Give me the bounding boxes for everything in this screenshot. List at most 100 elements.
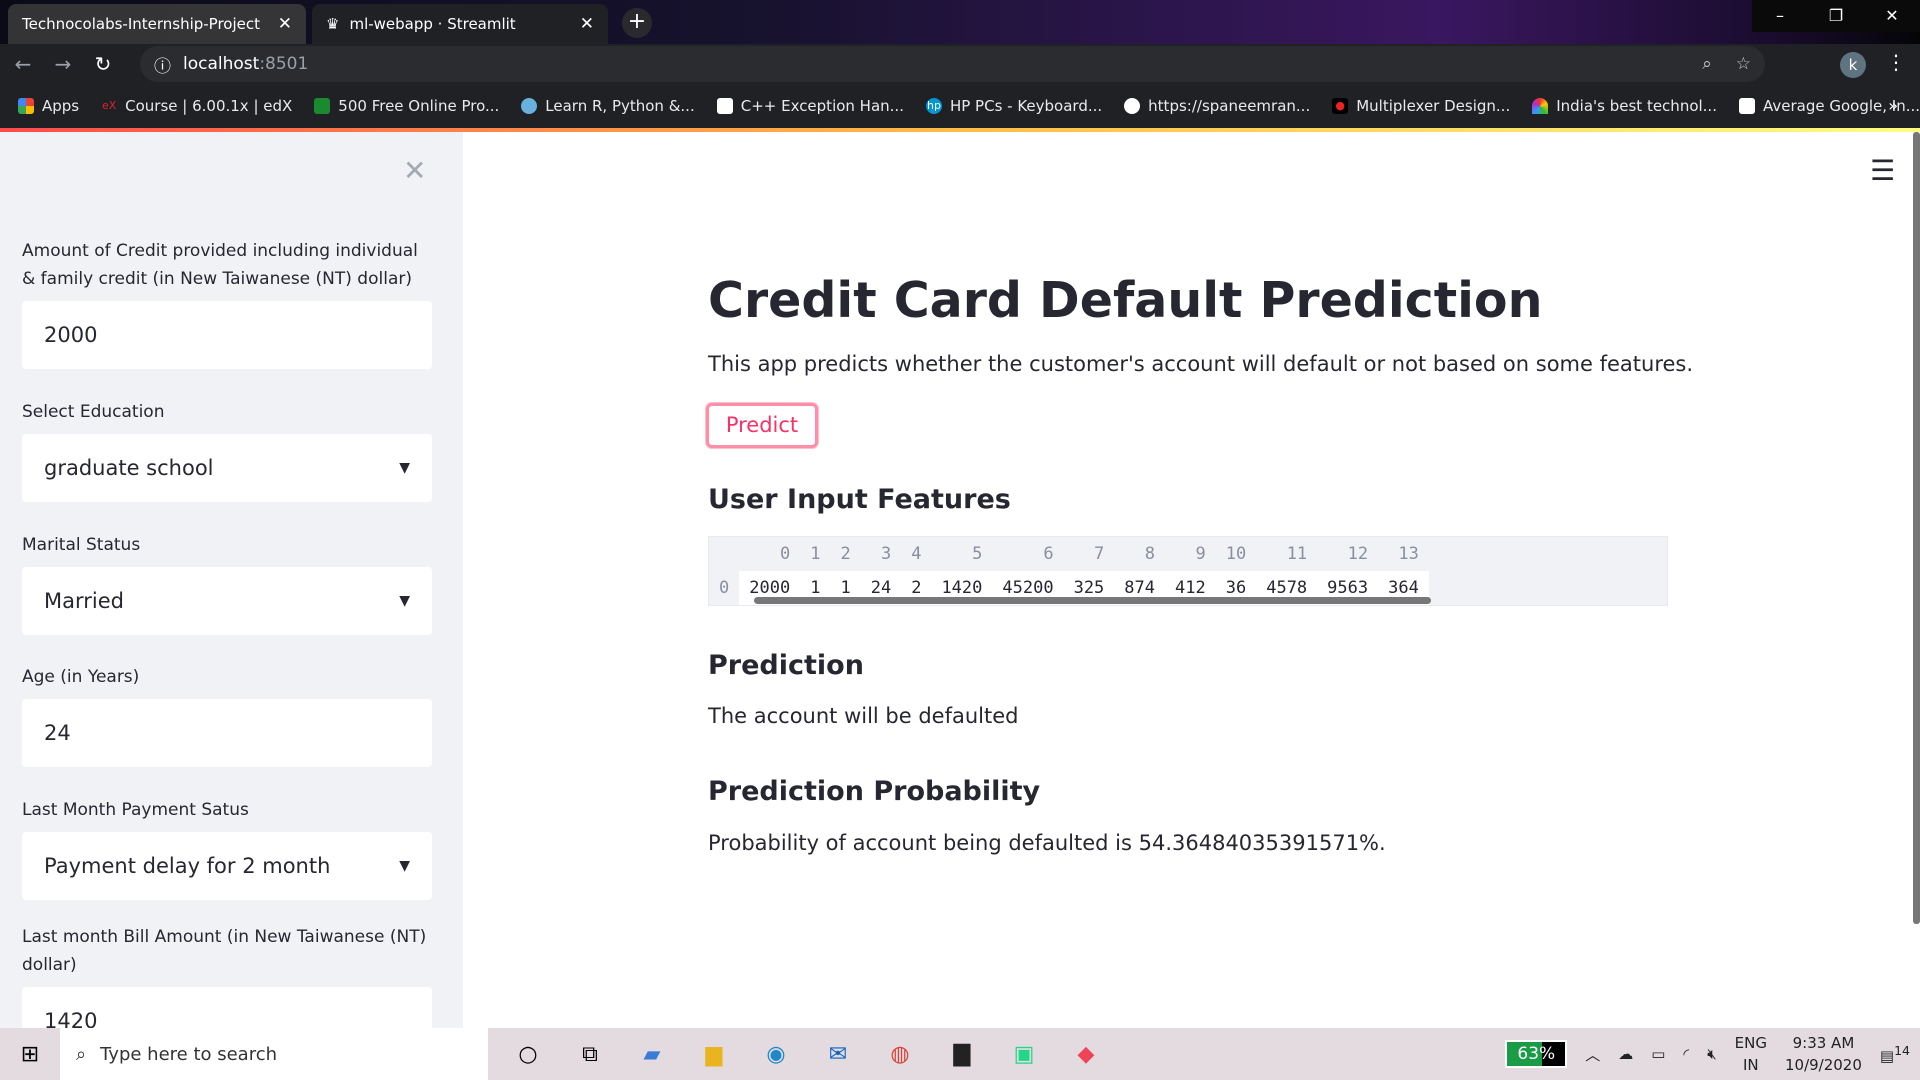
payment-status-select[interactable]: Payment delay for 2 month ▼ xyxy=(22,832,432,900)
laptop-icon[interactable]: ▰ xyxy=(634,1042,670,1067)
battery-icon[interactable]: ▭ xyxy=(1651,1045,1665,1063)
horizontal-scrollbar[interactable] xyxy=(754,597,1431,604)
chrome-icon[interactable]: ◍ xyxy=(882,1042,918,1067)
selected-value: Payment delay for 2 month xyxy=(44,854,331,878)
info-icon: ⓘ xyxy=(154,56,171,77)
prediction-text: The account will be defaulted xyxy=(708,704,1019,728)
bookmark-cpp[interactable]: C++ Exception Han... xyxy=(716,97,904,115)
clock[interactable]: 9:33 AM 10/9/2020 xyxy=(1785,1032,1862,1076)
education-select[interactable]: graduate school ▼ xyxy=(22,434,432,502)
apps-grid-icon xyxy=(18,98,34,114)
column-header[interactable]: 8 xyxy=(1114,537,1165,571)
column-header[interactable]: 0 xyxy=(739,537,800,571)
column-header[interactable]: 9 xyxy=(1165,537,1216,571)
bookmark-label: HP PCs - Keyboard... xyxy=(949,97,1103,115)
sidebar: ✕ Amount of Credit provided including in… xyxy=(0,132,463,1028)
bookmark-label: https://spaneemran... xyxy=(1148,97,1311,115)
prediction-heading: Prediction xyxy=(708,650,864,681)
column-header[interactable]: 12 xyxy=(1317,537,1378,571)
mail-icon[interactable]: ✉ xyxy=(820,1042,856,1067)
globe-icon xyxy=(1124,98,1141,114)
bookmark-india[interactable]: India's best technol... xyxy=(1532,97,1717,115)
hamburger-menu-icon[interactable]: ☰ xyxy=(1870,154,1895,187)
address-bar[interactable]: ⓘ localhost:8501 ⌕ ☆ xyxy=(140,46,1765,82)
bill-amount-input[interactable]: 1420 xyxy=(22,987,432,1028)
features-heading: User Input Features xyxy=(708,484,1011,515)
bookmark-hp[interactable]: hp HP PCs - Keyboard... xyxy=(925,97,1103,115)
task-view-icon[interactable]: ⧉ xyxy=(572,1042,608,1067)
menu-icon[interactable]: ⋮ xyxy=(1886,50,1906,74)
bookmark-multiplexer[interactable]: ● Multiplexer Design... xyxy=(1332,97,1510,115)
edge-icon[interactable]: ◉ xyxy=(758,1042,794,1067)
bookmark-label: India's best technol... xyxy=(1556,97,1717,115)
app-description: This app predicts whether the customer's… xyxy=(708,352,1694,376)
cortana-icon[interactable]: ○ xyxy=(510,1042,546,1067)
nbc-icon xyxy=(1532,98,1549,114)
zoom-icon[interactable]: ⌕ xyxy=(1702,54,1712,74)
column-header[interactable]: 13 xyxy=(1378,537,1429,571)
language-indicator[interactable]: ENG IN xyxy=(1735,1032,1767,1076)
sticky-notes-icon[interactable]: ▇ xyxy=(944,1042,980,1067)
close-tab-icon[interactable]: ✕ xyxy=(278,14,292,34)
column-header[interactable]: 2 xyxy=(830,537,860,571)
field-label: Amount of Credit provided including indi… xyxy=(22,241,418,289)
index-header xyxy=(709,537,739,571)
age-input[interactable]: 24 xyxy=(22,699,432,767)
back-icon[interactable]: ← xyxy=(6,52,40,76)
chevron-down-icon: ▼ xyxy=(399,593,410,609)
column-header[interactable]: 7 xyxy=(1064,537,1115,571)
taskbar-search[interactable]: ⌕ Type here to search xyxy=(60,1028,488,1080)
column-header[interactable]: 11 xyxy=(1256,537,1317,571)
bookmark-free-online[interactable]: 500 Free Online Pro... xyxy=(314,97,499,115)
git-icon[interactable]: ◆ xyxy=(1068,1042,1104,1067)
credit-amount-field: Amount of Credit provided including indi… xyxy=(22,237,432,369)
features-dataframe[interactable]: 0 1 2 3 4 5 6 7 8 9 10 11 12 13 0 2000 1 1 24 2 1420 45200 32… xyxy=(708,536,1668,606)
table-header: 0 1 2 3 4 5 6 7 8 9 10 11 12 13 xyxy=(709,537,1429,571)
bookmark-edx[interactable]: eX Course | 6.00.1x | edX xyxy=(101,97,292,115)
predict-button[interactable]: Predict xyxy=(706,403,818,448)
notifications-icon[interactable]: ▤14 xyxy=(1880,1043,1910,1065)
shield-icon xyxy=(521,98,538,114)
wifi-icon[interactable]: ◜ xyxy=(1683,1045,1689,1063)
credit-amount-input[interactable]: 2000 xyxy=(22,301,432,369)
selected-value: Married xyxy=(44,589,124,613)
tab-title: Technocolabs-Internship-Project xyxy=(22,15,261,33)
star-icon[interactable]: ☆ xyxy=(1736,54,1751,74)
windows-start-icon[interactable]: ⊞ xyxy=(0,1042,60,1067)
chevron-up-icon[interactable]: ︿ xyxy=(1585,1044,1600,1065)
bookmark-apps[interactable]: Apps xyxy=(18,97,79,115)
bookmark-spaneemran[interactable]: https://spaneemran... xyxy=(1124,97,1310,115)
doc-icon xyxy=(1738,98,1755,114)
vertical-scrollbar[interactable] xyxy=(1913,132,1920,924)
column-header[interactable]: 6 xyxy=(992,537,1063,571)
column-header[interactable]: 5 xyxy=(931,537,992,571)
tab-ml-webapp[interactable]: ♛ ml-webapp · Streamlit ✕ xyxy=(312,4,608,44)
file-explorer-icon[interactable]: ▆ xyxy=(696,1042,732,1067)
column-header[interactable]: 3 xyxy=(861,537,901,571)
column-header[interactable]: 10 xyxy=(1216,537,1256,571)
more-bookmarks-icon[interactable]: » xyxy=(1888,96,1898,115)
tab-technocolabs[interactable]: Technocolabs-Internship-Project ✕ xyxy=(8,4,306,44)
reload-icon[interactable]: ↻ xyxy=(86,52,120,76)
restore-button[interactable]: ❐ xyxy=(1808,0,1864,32)
column-header[interactable]: 4 xyxy=(901,537,931,571)
pycharm-icon[interactable]: ▣ xyxy=(1006,1042,1042,1067)
minimize-button[interactable]: – xyxy=(1752,0,1808,32)
site-icon xyxy=(314,98,331,114)
bookmark-learn-r[interactable]: Learn R, Python &... xyxy=(521,97,695,115)
search-placeholder: Type here to search xyxy=(100,1043,278,1065)
profile-avatar[interactable]: k xyxy=(1840,52,1866,78)
marital-status-select[interactable]: Married ▼ xyxy=(22,567,432,635)
battery-percentage: 63% xyxy=(1505,1040,1568,1068)
onedrive-error-icon[interactable]: ☁ xyxy=(1618,1045,1633,1063)
volume-muted-icon[interactable]: 🔇︎ xyxy=(1707,1045,1716,1063)
close-window-button[interactable]: ✕ xyxy=(1864,0,1920,32)
time: 9:33 AM xyxy=(1792,1034,1855,1052)
bookmark-label: Multiplexer Design... xyxy=(1356,97,1511,115)
new-tab-button[interactable]: + xyxy=(622,8,652,38)
close-tab-icon[interactable]: ✕ xyxy=(580,14,594,34)
tab-title: ml-webapp · Streamlit xyxy=(349,15,516,33)
forward-icon[interactable]: → xyxy=(46,52,80,76)
close-sidebar-icon[interactable]: ✕ xyxy=(403,154,426,187)
column-header[interactable]: 1 xyxy=(800,537,830,571)
